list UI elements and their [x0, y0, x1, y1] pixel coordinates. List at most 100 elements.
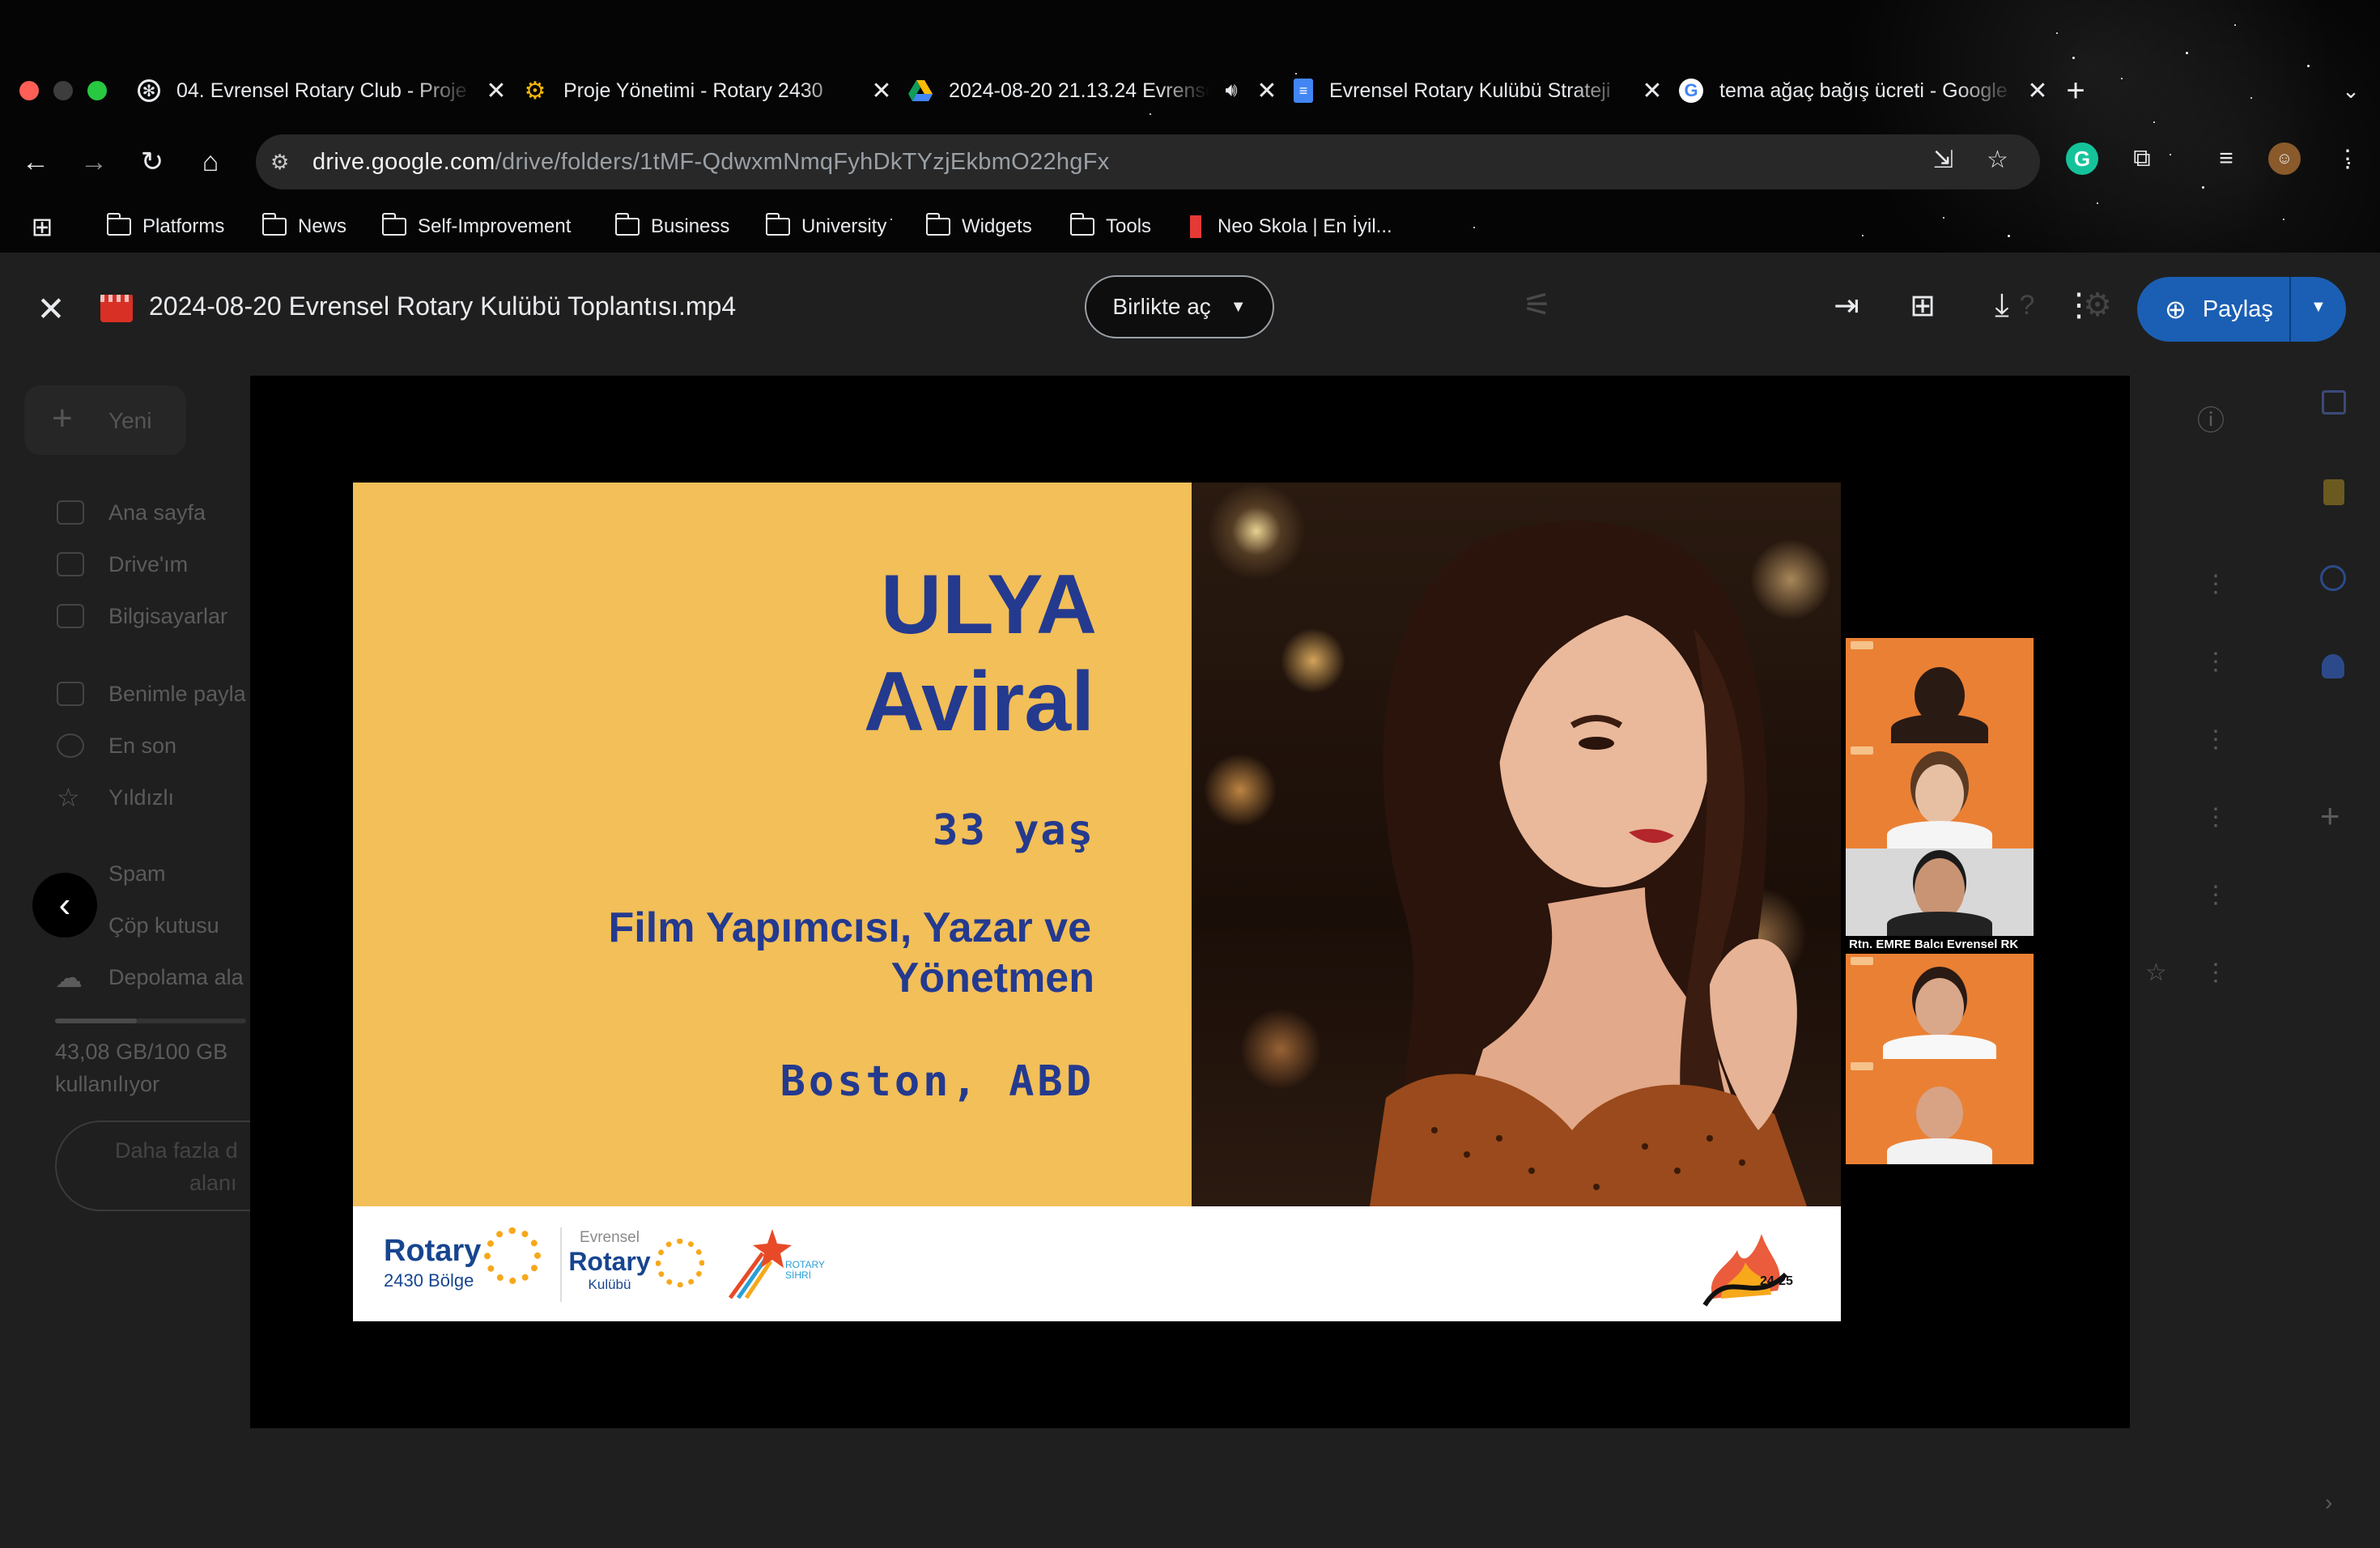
plus-icon: +: [52, 398, 73, 438]
participant-body: [1891, 714, 1988, 743]
speaker-location: Boston, ABD: [780, 1057, 1094, 1106]
home-icon: [57, 500, 84, 525]
browser-tab[interactable]: ⚙ Proje Yönetimi - Rotary 2430 ✕: [523, 68, 895, 113]
share-dropdown-icon[interactable]: ▼: [2310, 298, 2327, 317]
speaker-last-name: Aviral: [863, 655, 1094, 749]
tab-title: 04. Evrensel Rotary Club - Proje: [176, 79, 467, 102]
participant-name: Rtn. EMRE Balcı Evrensel RK: [1846, 936, 2034, 954]
rotary-district-logo: Rotary 2430 Bölge: [384, 1234, 482, 1291]
contacts-addon-icon: [2322, 654, 2344, 678]
file-name: 2024-08-20 Evrensel Rotary Kulübü Toplan…: [149, 291, 737, 321]
nav-my-drive: Drive'ım: [108, 552, 189, 576]
bookmark-folder[interactable]: University: [765, 211, 886, 243]
bookmark-link[interactable]: Neo Skola | En İyil...: [1190, 211, 1392, 243]
grammarly-extension-icon[interactable]: G: [2066, 142, 2098, 175]
bookmark-folder[interactable]: Platforms: [106, 211, 224, 243]
nav-spam: Spam: [108, 861, 166, 886]
url-host: drive.google.com: [312, 148, 495, 175]
flame-logo-icon: [1702, 1234, 1788, 1307]
openai-icon: ✻: [138, 79, 160, 102]
storage-used: 43,08 GB/100 GB: [55, 1040, 228, 1064]
filter-icon: ⚟: [1523, 287, 1552, 323]
profile-avatar[interactable]: ☺: [2268, 142, 2301, 175]
extensions-puzzle-icon[interactable]: ⧉: [2126, 142, 2158, 175]
speaker-icon[interactable]: 🔊︎: [1218, 79, 1245, 102]
shared-icon: [57, 682, 84, 706]
participant-tile[interactable]: [1846, 1059, 2034, 1164]
bookmark-star-icon[interactable]: ☆: [1987, 146, 2008, 174]
tab-search-chevron-icon[interactable]: ⌄: [2331, 71, 2370, 110]
close-tab-icon[interactable]: ✕: [482, 77, 510, 105]
presentation-slide: ULYA Aviral 33 yaş Film Yapımcısı, Yazar…: [353, 483, 1841, 1321]
participant-tile[interactable]: [1846, 638, 2034, 743]
install-app-icon[interactable]: ⇲: [1933, 146, 1953, 174]
site-info-icon[interactable]: ⚙︎: [270, 150, 303, 175]
more-vert-icon: ⋮: [2204, 726, 2228, 753]
home-button[interactable]: ⌂: [191, 142, 230, 181]
window-close-button[interactable]: [19, 81, 39, 100]
storage-suffix: kullanılıyor: [55, 1072, 160, 1096]
more-vert-icon: ⋮: [2204, 959, 2228, 986]
new-tab-button[interactable]: +: [2056, 71, 2095, 110]
open-with-button[interactable]: Birlikte aç ▼: [1085, 275, 1274, 338]
participant-body: [1883, 1035, 1996, 1059]
window-zoom-button[interactable]: [87, 81, 107, 100]
close-tab-icon[interactable]: ✕: [868, 77, 895, 105]
add-addon-icon: +: [2320, 797, 2340, 835]
nav-computers: Bilgisayarlar: [108, 604, 228, 628]
slide-footer: Rotary 2430 Bölge Evrensel Rotary Kulübü…: [353, 1206, 1841, 1321]
speaker-profession-line1: Film Yapımcısı, Yazar ve: [608, 904, 1091, 951]
browser-tab[interactable]: 2024-08-20 21.13.24 Evrensel 🔊︎ ✕: [908, 68, 1281, 113]
move-to-folder-icon[interactable]: ⇥: [1826, 285, 1867, 325]
speaker-photo-drawing: [1370, 521, 1807, 1206]
bookmark-folder[interactable]: Widgets: [925, 211, 1032, 243]
forward-button[interactable]: →: [74, 142, 113, 181]
participant-head: [1915, 858, 1965, 920]
bookmark-red-icon: [1190, 215, 1201, 238]
bookmark-folder[interactable]: Business: [614, 211, 729, 243]
computers-icon: [57, 604, 84, 628]
speaker-photo: [1192, 483, 1841, 1206]
folder-icon: [261, 213, 287, 236]
address-bar[interactable]: ⚙︎ drive.google.com/drive/folders/1tMF-Q…: [256, 134, 2040, 189]
bookmark-folder[interactable]: Self-Improvement: [381, 211, 571, 243]
close-tab-icon[interactable]: ✕: [1638, 77, 1666, 105]
folder-icon: [614, 213, 640, 236]
back-button[interactable]: ←: [16, 142, 55, 181]
participant-head: [1915, 978, 1964, 1036]
apps-grid-icon[interactable]: ⊞: [23, 207, 62, 246]
recent-icon: [57, 734, 84, 758]
nav-home: Ana sayfa: [108, 500, 206, 525]
browser-menu-icon[interactable]: ⋮: [2331, 142, 2364, 175]
participant-tile[interactable]: [1846, 954, 2034, 1059]
reload-button[interactable]: ↻: [133, 142, 172, 181]
close-tab-icon[interactable]: ✕: [1253, 77, 1281, 105]
more-vert-icon: ⋮: [2204, 649, 2228, 675]
add-comment-icon[interactable]: ⊞: [1902, 285, 1943, 325]
close-viewer-button[interactable]: ✕: [31, 288, 71, 329]
close-tab-icon[interactable]: ✕: [2024, 77, 2051, 105]
media-controls-icon[interactable]: ≡: [2210, 142, 2242, 175]
calendar-addon-icon: [2322, 390, 2346, 415]
previous-file-button[interactable]: ‹: [32, 873, 97, 938]
settings-icon: ⚙: [2083, 287, 2112, 323]
nav-trash: Çöp kutusu: [108, 913, 219, 938]
my-drive-icon: [57, 552, 84, 576]
share-button[interactable]: ⊕ Paylaş ▼: [2137, 277, 2346, 342]
browser-tab[interactable]: ✻ 04. Evrensel Rotary Club - Proje ✕: [138, 68, 510, 113]
participant-tile[interactable]: Rtn. EMRE Balcı Evrensel RK: [1846, 848, 2034, 954]
participant-body: [1887, 821, 1992, 848]
cloud-icon: ☁: [55, 963, 83, 993]
browser-tab[interactable]: ≡ Evrensel Rotary Kulübü Strateji ✕: [1294, 68, 1666, 113]
bookmark-folder[interactable]: Tools: [1069, 211, 1151, 243]
url-text: drive.google.com/drive/folders/1tMF-Qdwx…: [312, 149, 1110, 176]
rotary-badge-icon: [1851, 641, 1873, 649]
window-minimize-button[interactable]: [53, 81, 73, 100]
browser-tab[interactable]: G tema ağaç bağış ücreti - Google ✕: [1679, 68, 2051, 113]
participant-body: [1887, 1138, 1992, 1164]
bookmark-folder[interactable]: News: [261, 211, 346, 243]
folder-icon: [106, 213, 131, 236]
rotary-wheel-icon: ⚙: [524, 77, 546, 104]
participant-tile[interactable]: [1846, 743, 2034, 848]
rotary-sihri-logo: ROTARY SİHRİ: [722, 1221, 835, 1302]
